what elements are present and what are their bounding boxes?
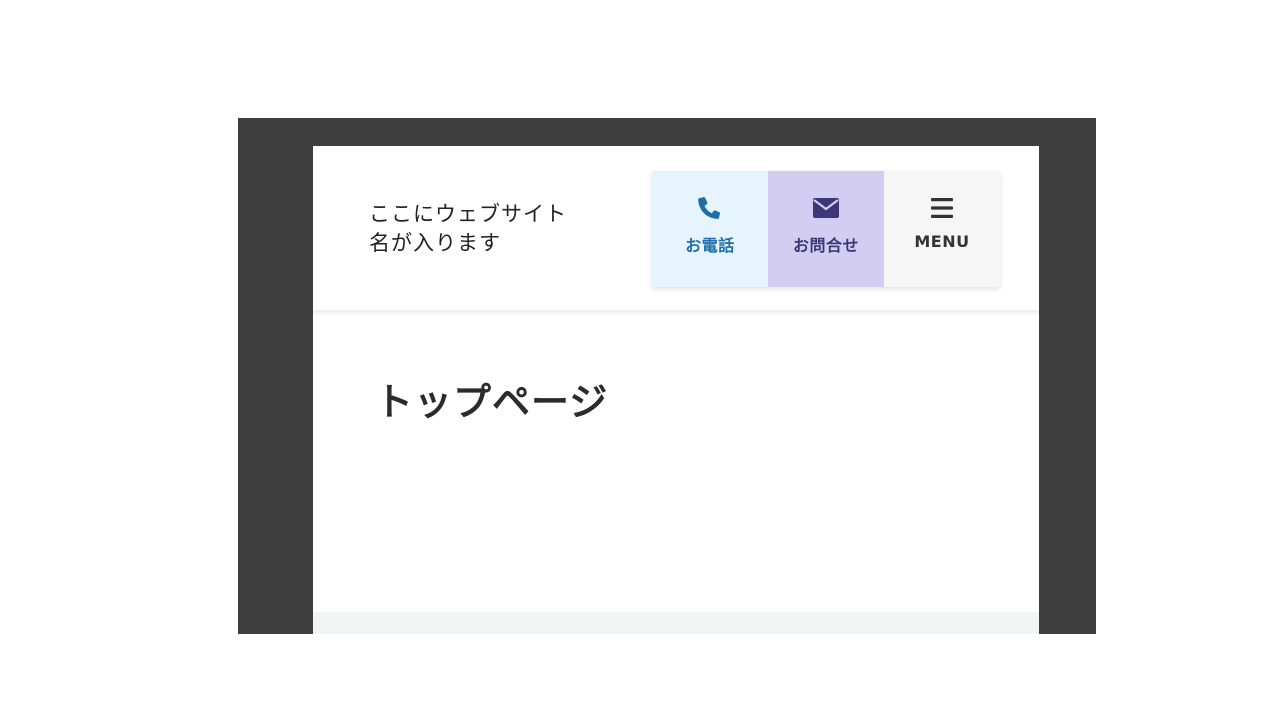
menu-button-label: MENU <box>914 232 970 251</box>
device-frame: ここにウェブサイト 名が入ります お電話 お問合せ MENU トップページ <box>238 118 1096 634</box>
contact-button[interactable]: お問合せ <box>768 171 884 287</box>
screenshot-canvas: ここにウェブサイト 名が入ります お電話 お問合せ MENU トップページ <box>0 0 1280 720</box>
footer-area <box>313 612 1039 634</box>
site-name-line-2: 名が入ります <box>369 231 501 255</box>
hamburger-icon <box>928 195 956 221</box>
menu-button[interactable]: MENU <box>884 171 1000 287</box>
envelope-icon <box>812 195 840 221</box>
contact-button-label: お問合せ <box>792 236 859 255</box>
mobile-viewport: ここにウェブサイト 名が入ります お電話 お問合せ MENU トップページ <box>313 146 1039 634</box>
site-name[interactable]: ここにウェブサイト 名が入ります <box>369 200 609 258</box>
page-title: トップページ <box>375 380 609 424</box>
phone-button-label: お電話 <box>685 236 735 255</box>
site-header: ここにウェブサイト 名が入ります お電話 お問合せ MENU <box>313 146 1039 310</box>
header-action-buttons: お電話 お問合せ MENU <box>652 171 1000 287</box>
phone-button[interactable]: お電話 <box>652 171 768 287</box>
site-name-line-1: ここにウェブサイト <box>369 202 567 226</box>
phone-icon <box>696 195 724 221</box>
